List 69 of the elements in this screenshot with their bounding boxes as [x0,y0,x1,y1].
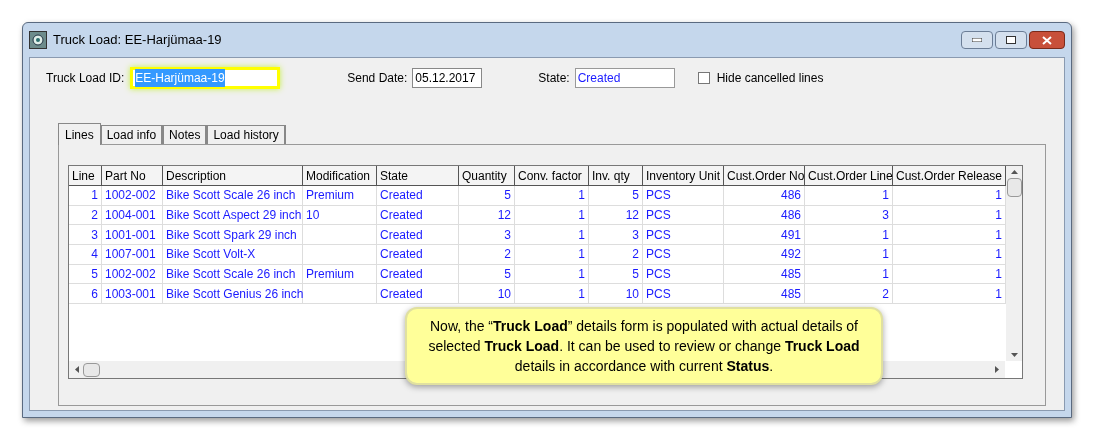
table-cell: PCS [643,264,724,285]
table-cell: 1003-001 [102,284,163,305]
table-cell: PCS [643,284,724,305]
table-cell: 1 [515,264,589,285]
table-cell: 1 [515,225,589,246]
table-cell: 5 [69,264,102,285]
table-cell: 12 [589,205,643,226]
table-cell: 486 [724,205,805,226]
table-cell: 3 [69,225,102,246]
table-cell: 10 [589,284,643,305]
table-cell: Created [377,284,459,305]
table-cell: Created [377,245,459,265]
table-cell: Bike Scott Scale 26 inch [163,186,303,206]
table-cell: 1 [69,186,102,206]
table-cell: Created [377,225,459,246]
table-cell: 1 [515,186,589,206]
table-cell: 5 [589,186,643,206]
table-cell: 1 [805,225,893,246]
field-label: State: [538,70,570,87]
field-label: Send Date: [347,70,408,87]
checkbox-label: Hide cancelled lines [716,70,824,87]
table-cell: PCS [643,245,724,265]
table-cell: 4 [69,245,102,265]
table-cell: 5 [589,264,643,285]
table-cell: 2 [805,284,893,305]
table-cell: 491 [724,225,805,246]
window-title: Truck Load: EE-Harjümaa-19 [53,31,222,50]
table-cell: Bike Scott Spark 29 inch [163,225,303,246]
table-cell: 1004-001 [102,205,163,226]
table-cell: Created [377,264,459,285]
field-label: Truck Load ID: [46,70,125,87]
table-cell: 485 [724,284,805,305]
table-cell: PCS [643,186,724,206]
table-cell: PCS [643,205,724,226]
table-cell: 492 [724,245,805,265]
table-cell: Premium [303,186,377,206]
table-cell: Created [377,186,459,206]
table-cell: 3 [805,205,893,226]
table-cell: 2 [69,205,102,226]
table-cell: 10 [303,205,377,226]
table-cell: 1 [805,264,893,285]
table-cell: 3 [589,225,643,246]
table-cell: 2 [589,245,643,265]
table-cell: 10 [459,284,515,305]
table-cell: Created [377,205,459,226]
table-cell: 1007-001 [102,245,163,265]
table-cell: 1 [515,245,589,265]
table-cell: Bike Scott Scale 26 inch [163,264,303,285]
table-cell: 1 [805,186,893,206]
table-cell: 1002-002 [102,264,163,285]
table-cell: 12 [459,205,515,226]
table-cell: Bike Scott Volt-X [163,245,303,265]
table-cell: 2 [459,245,515,265]
table-cell: 5 [459,264,515,285]
table-cell: Bike Scott Aspect 29 inch [163,205,303,226]
table-cell: 1002-002 [102,186,163,206]
table-cell: 1 [805,245,893,265]
table-cell: 485 [724,264,805,285]
table-cell: Premium [303,264,377,285]
table-cell: Bike Scott Genius 26 inch [163,284,303,305]
table-cell: 6 [69,284,102,305]
callout-tooltip: Now, the “Truck Load” details form is populated with actual details of selected Truck Load. It can be used to review or change Truck Load details in accordance with current Status. [405,307,883,385]
table-cell: 486 [724,186,805,206]
table-cell: 5 [459,186,515,206]
table-cell: 1 [515,284,589,305]
table-cell: 1001-001 [102,225,163,246]
table-cell: PCS [643,225,724,246]
table-cell: 1 [515,205,589,226]
table-cell: 3 [459,225,515,246]
